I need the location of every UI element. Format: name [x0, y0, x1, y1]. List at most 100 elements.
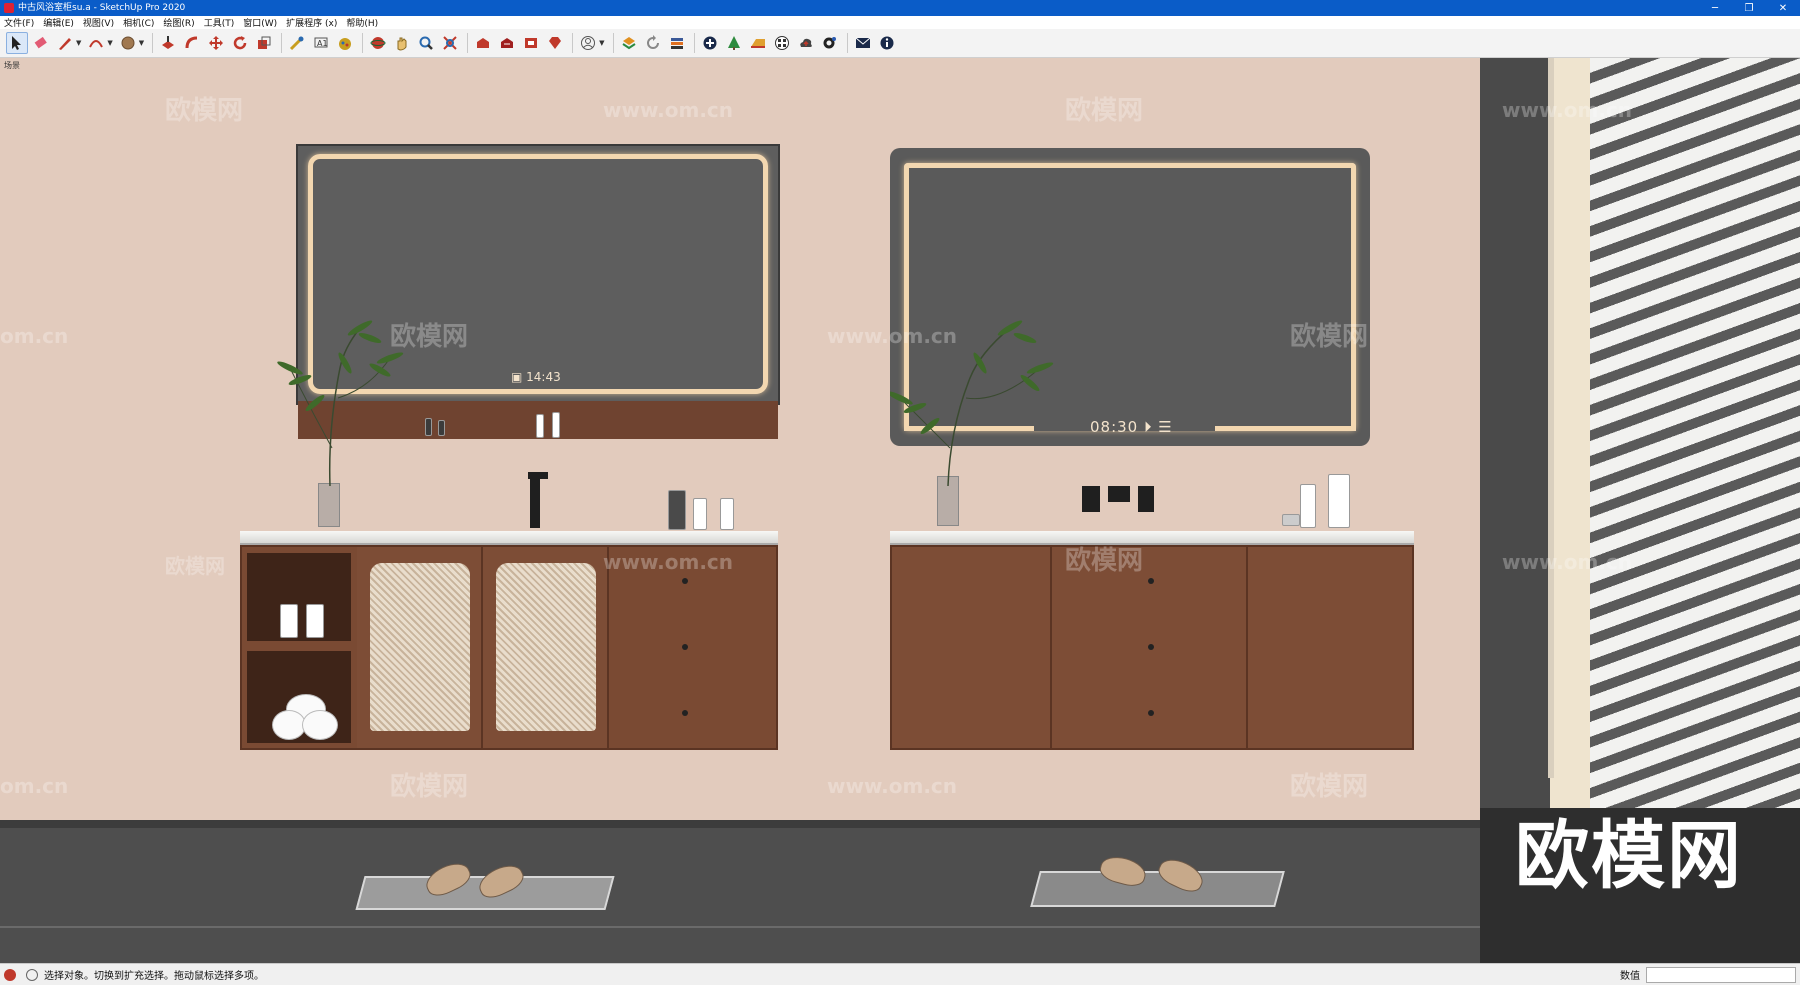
- zoom-extents-tool-button[interactable]: [439, 32, 461, 54]
- menu-tools[interactable]: 工具(T): [204, 16, 235, 29]
- scale-tool-button[interactable]: [253, 32, 275, 54]
- move-tool-button[interactable]: [205, 32, 227, 54]
- drawer-knob: [1148, 578, 1154, 584]
- svg-text:A1: A1: [317, 39, 328, 48]
- line-dropdown-icon[interactable]: ▼: [76, 39, 81, 47]
- push-pull-icon: [162, 36, 175, 49]
- menu-window[interactable]: 窗口(W): [243, 16, 277, 29]
- restore-button[interactable]: ❐: [1732, 0, 1766, 16]
- tree-icon: [727, 36, 740, 50]
- toolbar-separator: [846, 33, 848, 53]
- menu-file[interactable]: 文件(F): [4, 16, 34, 29]
- soap-dispenser: [1300, 484, 1316, 528]
- mirror-time-right: 08:30: [1090, 418, 1139, 436]
- geo-location-icon[interactable]: [4, 968, 16, 981]
- line-tool-button[interactable]: [54, 32, 76, 54]
- select-tool-button[interactable]: [6, 32, 28, 54]
- drawer-knob: [1148, 644, 1154, 650]
- menu-help[interactable]: 帮助(H): [346, 16, 378, 29]
- text-tool-button[interactable]: A1: [310, 32, 332, 54]
- rolled-towel: [302, 710, 338, 740]
- menu-draw[interactable]: 绘图(R): [163, 16, 194, 29]
- arc-dropdown-icon[interactable]: ▼: [107, 39, 112, 47]
- rattan-panel: [370, 563, 470, 731]
- ruby-console-button[interactable]: [544, 32, 566, 54]
- tape-measure-tool-button[interactable]: [286, 32, 308, 54]
- settings-gear-icon: [823, 37, 836, 49]
- refresh-button[interactable]: [642, 32, 664, 54]
- refresh-icon: [646, 35, 659, 49]
- shape-tool-button[interactable]: [117, 32, 139, 54]
- pan-tool-button[interactable]: [391, 32, 413, 54]
- arc-tool-button[interactable]: [85, 32, 107, 54]
- select-arrow-icon: [12, 36, 21, 50]
- drawer-knob: [682, 710, 688, 716]
- share-model-button[interactable]: [496, 32, 518, 54]
- section-button[interactable]: [747, 32, 769, 54]
- mirror-clock-left: ▣ 14:43: [511, 370, 561, 384]
- toolbar-separator: [693, 33, 695, 53]
- watermark: 欧模网: [165, 554, 225, 578]
- shape-dropdown-icon[interactable]: ▼: [139, 39, 144, 47]
- text-tool-icon: A1: [314, 37, 328, 48]
- menu-extensions[interactable]: 扩展程序 (x): [286, 16, 337, 29]
- cabinet-door: [1248, 547, 1412, 748]
- menu-camera[interactable]: 相机(C): [123, 16, 154, 29]
- faucet-right: [1108, 486, 1130, 502]
- open-niche-top: [247, 553, 351, 641]
- paint-bucket-tool-button[interactable]: [334, 32, 356, 54]
- layout-button[interactable]: [618, 32, 640, 54]
- minimize-button[interactable]: ─: [1698, 0, 1732, 16]
- watermark: 欧模网: [1290, 772, 1369, 802]
- faucet-handle: [1138, 486, 1154, 512]
- small-bottle: [425, 418, 432, 436]
- close-button[interactable]: ✕: [1766, 0, 1800, 16]
- move-icon: [209, 36, 224, 50]
- watermark: www.om.cn: [827, 774, 958, 798]
- eraser-tool-button[interactable]: [30, 32, 52, 54]
- add-button[interactable]: [699, 32, 721, 54]
- drawer-knob: [682, 644, 688, 650]
- eraser-icon: [34, 36, 47, 49]
- section-plane-icon: [750, 39, 765, 48]
- measurements-input[interactable]: [1646, 966, 1796, 983]
- rotate-tool-button[interactable]: [229, 32, 251, 54]
- zoom-tool-button[interactable]: [415, 32, 437, 54]
- checker-icon: [774, 36, 789, 50]
- push-pull-tool-button[interactable]: [157, 32, 179, 54]
- account-button[interactable]: [577, 32, 599, 54]
- status-bar: 选择对象。切换到扩充选择。拖动鼠标选择多项。 数值: [0, 963, 1800, 985]
- settings-button[interactable]: [819, 32, 841, 54]
- menu-view[interactable]: 视图(V): [83, 16, 114, 29]
- window-title: 中古风浴室柜su.a - SketchUp Pro 2020: [18, 3, 186, 13]
- toolbar-separator: [612, 33, 614, 53]
- pan-hand-icon: [397, 37, 407, 51]
- toolbar-separator: [362, 33, 364, 53]
- info-status-icon[interactable]: [26, 968, 38, 981]
- plant-button[interactable]: [723, 32, 745, 54]
- 3d-warehouse-button[interactable]: [472, 32, 494, 54]
- model-viewport[interactable]: 场景 ▣ 14:43 08:30 ⏵ ☰ 欧模网 www.om.cn 欧模网 w…: [0, 58, 1800, 963]
- material-button[interactable]: [771, 32, 793, 54]
- watermark: 欧模网: [1065, 96, 1144, 126]
- mirror-clock-right: 08:30 ⏵ ☰: [1090, 418, 1173, 436]
- follow-me-tool-button[interactable]: [181, 32, 203, 54]
- bamboo-plant-left: [277, 320, 404, 487]
- mail-icon: [855, 37, 870, 48]
- orbit-tool-button[interactable]: [367, 32, 389, 54]
- menu-edit[interactable]: 编辑(E): [43, 16, 74, 29]
- scene-tab-label[interactable]: 场景: [4, 60, 20, 71]
- account-dropdown-icon[interactable]: ▼: [599, 39, 604, 47]
- extension-warehouse-button[interactable]: [520, 32, 542, 54]
- pump-bottle: [306, 604, 324, 638]
- mail-button[interactable]: [852, 32, 874, 54]
- add-circle-icon: [703, 36, 717, 50]
- info-button[interactable]: [876, 32, 898, 54]
- toolbar-separator: [467, 33, 469, 53]
- watermark: www.om.cn: [603, 98, 734, 122]
- watermark: om.cn: [0, 774, 69, 798]
- tags-button[interactable]: [666, 32, 688, 54]
- countertop-right: [890, 531, 1414, 545]
- cloud-button[interactable]: [795, 32, 817, 54]
- bamboo-plant-right: [890, 320, 1054, 487]
